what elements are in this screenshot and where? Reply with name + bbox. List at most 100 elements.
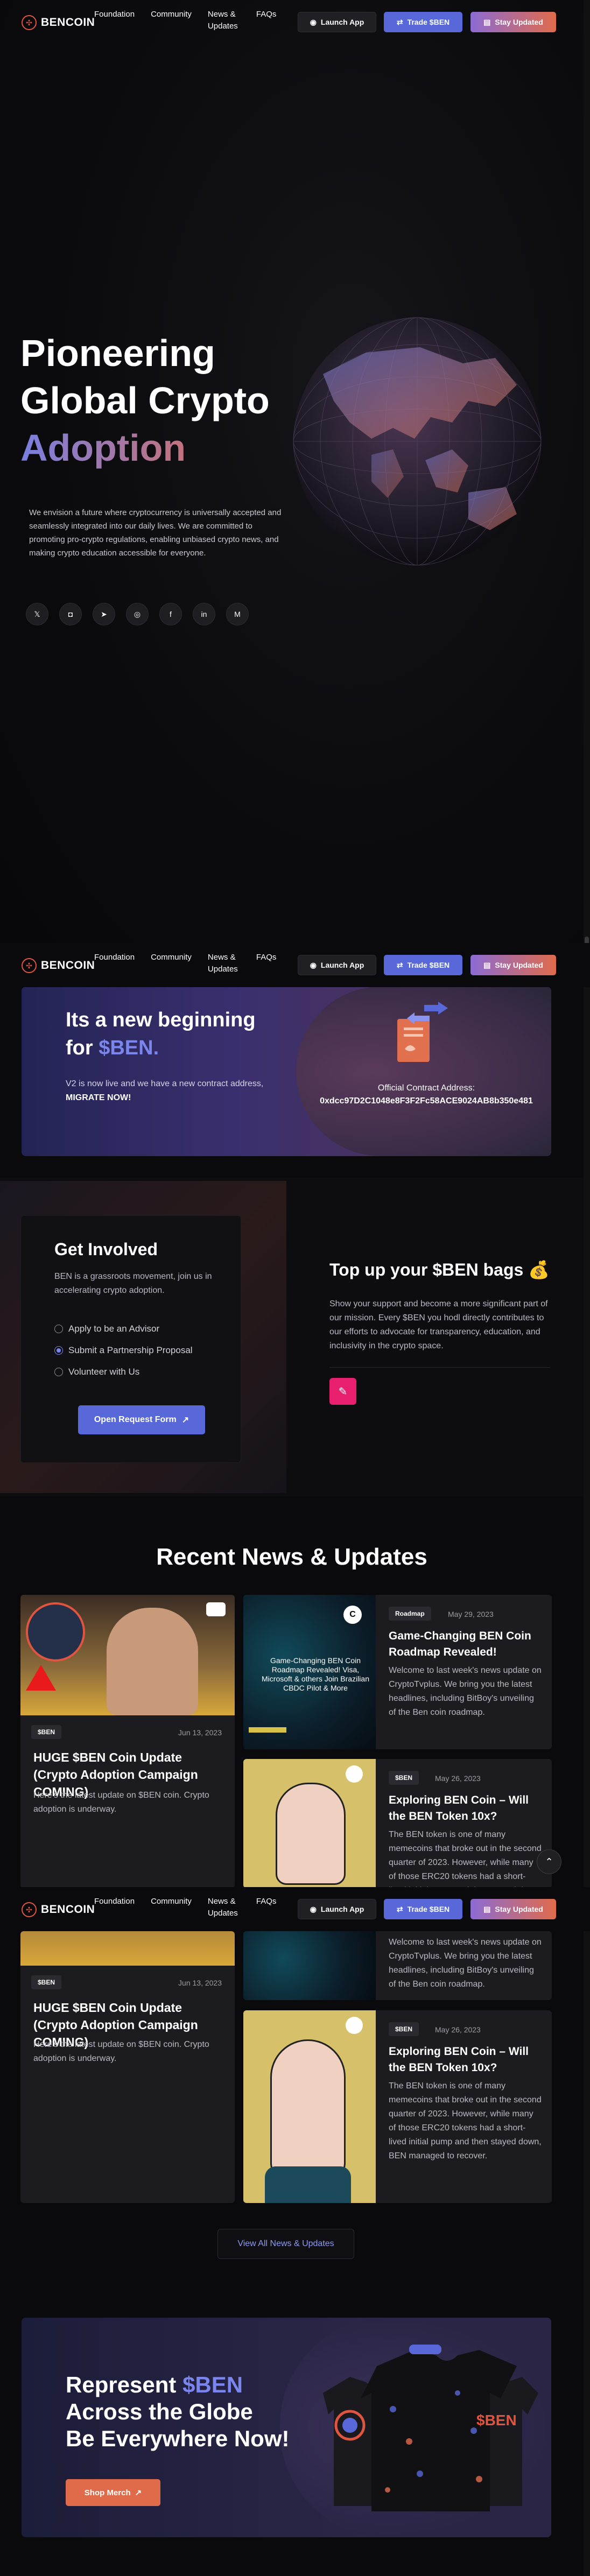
launch-app-button[interactable]: ◉ Launch App xyxy=(298,12,376,32)
roadmap-thumbnail: C Game-Changing BEN Coin Roadmap Reveale… xyxy=(243,1595,376,1749)
top-nav-sticky: ✣ BENCOIN Foundation Community News & Up… xyxy=(0,943,590,987)
open-request-form-button[interactable]: Open Request Form ↗ xyxy=(78,1405,205,1434)
linkedin-icon[interactable]: in xyxy=(193,603,215,625)
launch-app-label: Launch App xyxy=(320,961,364,969)
nav-news[interactable]: News & Updates xyxy=(208,9,240,32)
bencoin-logo-icon: ✣ xyxy=(22,15,37,30)
radio-advisor[interactable] xyxy=(54,1325,63,1333)
featured-tag[interactable]: $BEN xyxy=(31,1725,62,1739)
nav-foundation[interactable]: Foundation xyxy=(94,1896,135,1919)
exploring-title[interactable]: Exploring BEN Coin – Will the BEN Token … xyxy=(389,2044,542,2076)
stay-updated-button[interactable]: ▤ Stay Updated xyxy=(470,955,556,975)
roadmap-thumb-text: Game-Changing BEN Coin Roadmap Revealed!… xyxy=(262,1656,369,1692)
contract-address[interactable]: 0xdcc97D2C1048e8F3F2Fc58ACE9024AB8b350e4… xyxy=(301,1096,551,1106)
contract-banner: Its a new beginning for $BEN. V2 is now … xyxy=(22,987,551,1156)
hero-title: Pioneering Global Crypto Adoption xyxy=(20,329,270,471)
medium-icon[interactable]: M xyxy=(226,603,249,625)
news-card-exploring[interactable]: $BEN May 26, 2023 Exploring BEN Coin – W… xyxy=(243,2010,552,2203)
stay-updated-button[interactable]: ▤ Stay Updated xyxy=(470,1899,556,1919)
nav-community[interactable]: Community xyxy=(151,9,192,32)
trade-ben-button[interactable]: ⇄ Trade $BEN xyxy=(384,1899,462,1919)
topup-description: Show your support and become a more sign… xyxy=(329,1299,548,1350)
option-volunteer[interactable]: Volunteer with Us xyxy=(54,1367,139,1377)
contract-title-accent: $BEN. xyxy=(99,1037,159,1059)
instagram-icon[interactable]: ◎ xyxy=(126,603,149,625)
exploring-body: The BEN token is one of many memecoins t… xyxy=(389,2081,542,2160)
bencoin-logo-icon: ✣ xyxy=(22,1902,37,1917)
merch-line2: Across the Globe xyxy=(66,2399,253,2424)
nav-faqs[interactable]: FAQs xyxy=(256,9,277,32)
stay-updated-button[interactable]: ▤ Stay Updated xyxy=(470,12,556,32)
exploring-date: May 26, 2023 xyxy=(435,2025,481,2034)
nav-foundation[interactable]: Foundation xyxy=(94,9,135,32)
nav-news[interactable]: News & Updates xyxy=(208,952,240,975)
globe-icon: ◉ xyxy=(310,960,317,969)
trade-ben-button[interactable]: ⇄ Trade $BEN xyxy=(384,12,462,32)
news-card-featured[interactable]: $BEN Jun 13, 2023 HUGE $BEN Coin Update … xyxy=(20,1931,235,2203)
exploring-tag[interactable]: $BEN xyxy=(389,1771,419,1785)
trade-ben-button[interactable]: ⇄ Trade $BEN xyxy=(384,955,462,975)
topup-title: Top up your $BEN bags 💰 xyxy=(329,1260,550,1279)
nav-faqs[interactable]: FAQs xyxy=(256,1896,277,1919)
logo[interactable]: ✣ BENCOIN xyxy=(22,958,95,973)
nav-foundation[interactable]: Foundation xyxy=(94,952,135,975)
option-advisor[interactable]: Apply to be an Advisor xyxy=(54,1324,159,1334)
radio-volunteer[interactable] xyxy=(54,1368,63,1376)
radio-partnership[interactable] xyxy=(54,1346,63,1355)
scrollbar[interactable] xyxy=(584,0,590,2576)
nav-community[interactable]: Community xyxy=(151,952,192,975)
option-advisor-label: Apply to be an Advisor xyxy=(68,1324,160,1334)
logo[interactable]: ✣ BENCOIN xyxy=(22,15,95,30)
facebook-icon[interactable]: f xyxy=(159,603,182,625)
roadmap-body: Welcome to last week's news update on Cr… xyxy=(389,1938,542,1989)
stay-updated-label: Stay Updated xyxy=(495,18,543,26)
nav-community[interactable]: Community xyxy=(151,1896,192,1919)
exploring-thumbnail xyxy=(243,2010,376,2203)
featured-thumbnail xyxy=(20,1595,235,1715)
warning-icon xyxy=(26,1665,56,1691)
merch-line1-accent: $BEN xyxy=(182,2372,243,2397)
scroll-top-icon[interactable]: ⌃ xyxy=(537,1849,561,1874)
external-link-icon: ↗ xyxy=(181,1416,189,1425)
person-photo xyxy=(107,1608,198,1715)
nav-news[interactable]: News & Updates xyxy=(208,1896,240,1919)
contract-title-for: for xyxy=(66,1037,99,1059)
roadmap-title[interactable]: Game-Changing BEN Coin Roadmap Revealed! xyxy=(389,1628,539,1660)
discord-icon[interactable]: ◘ xyxy=(59,603,82,625)
launch-app-button[interactable]: ◉ Launch App xyxy=(298,955,376,975)
hero-title-line3: Adoption xyxy=(20,424,270,471)
featured-body: Here's the latest update on $BEN coin. C… xyxy=(33,1791,209,1814)
exploring-title[interactable]: Exploring BEN Coin – Will the BEN Token … xyxy=(389,1792,542,1825)
contract-description: V2 is now live and we have a new contrac… xyxy=(66,1077,292,1105)
exchange-icon[interactable]: ✎ xyxy=(329,1378,356,1405)
option-partnership[interactable]: Submit a Partnership Proposal xyxy=(54,1345,193,1356)
migrate-now-link[interactable]: MIGRATE NOW! xyxy=(66,1093,131,1102)
stay-updated-label: Stay Updated xyxy=(495,961,543,969)
contract-title: Its a new beginning for $BEN. xyxy=(66,1006,256,1062)
logo[interactable]: ✣ BENCOIN xyxy=(22,1902,95,1917)
launch-app-button[interactable]: ◉ Launch App xyxy=(298,1899,376,1919)
trade-ben-label: Trade $BEN xyxy=(407,18,450,26)
featured-tag[interactable]: $BEN xyxy=(31,1975,62,1989)
news-card-roadmap[interactable]: Welcome to last week's news update on Cr… xyxy=(243,1931,552,2000)
swap-icon: ⇄ xyxy=(396,17,403,26)
view-all-news-button[interactable]: View All News & Updates xyxy=(217,2229,354,2259)
hero-section: Pioneering Global Crypto Adoption We env… xyxy=(0,0,584,947)
get-involved-title: Get Involved xyxy=(54,1240,158,1259)
x-icon[interactable]: 𝕏 xyxy=(26,603,48,625)
hero-title-line1: Pioneering xyxy=(20,332,215,374)
shop-merch-button[interactable]: Shop Merch ↗ xyxy=(66,2479,160,2506)
top-nav-sticky-2: ✣ BENCOIN Foundation Community News & Up… xyxy=(0,1887,590,1931)
news-card-exploring[interactable]: $BEN May 26, 2023 Exploring BEN Coin – W… xyxy=(243,1759,552,1888)
exploring-body: The BEN token is one of many memecoins t… xyxy=(389,1830,542,1887)
nav-menu: Foundation Community News & Updates FAQs xyxy=(94,9,276,32)
news-card-featured[interactable]: $BEN Jun 13, 2023 HUGE $BEN Coin Update … xyxy=(20,1595,235,1888)
thumb-badge xyxy=(249,1727,286,1733)
news-card-roadmap[interactable]: C Game-Changing BEN Coin Roadmap Reveale… xyxy=(243,1595,552,1749)
contract-title-line1: Its a new beginning xyxy=(66,1009,256,1031)
telegram-icon[interactable]: ➤ xyxy=(93,603,115,625)
exploring-tag[interactable]: $BEN xyxy=(389,2022,419,2036)
roadmap-tag[interactable]: Roadmap xyxy=(389,1607,431,1621)
nav-faqs[interactable]: FAQs xyxy=(256,952,277,975)
nav-menu: Foundation Community News & Updates FAQs xyxy=(94,952,276,975)
